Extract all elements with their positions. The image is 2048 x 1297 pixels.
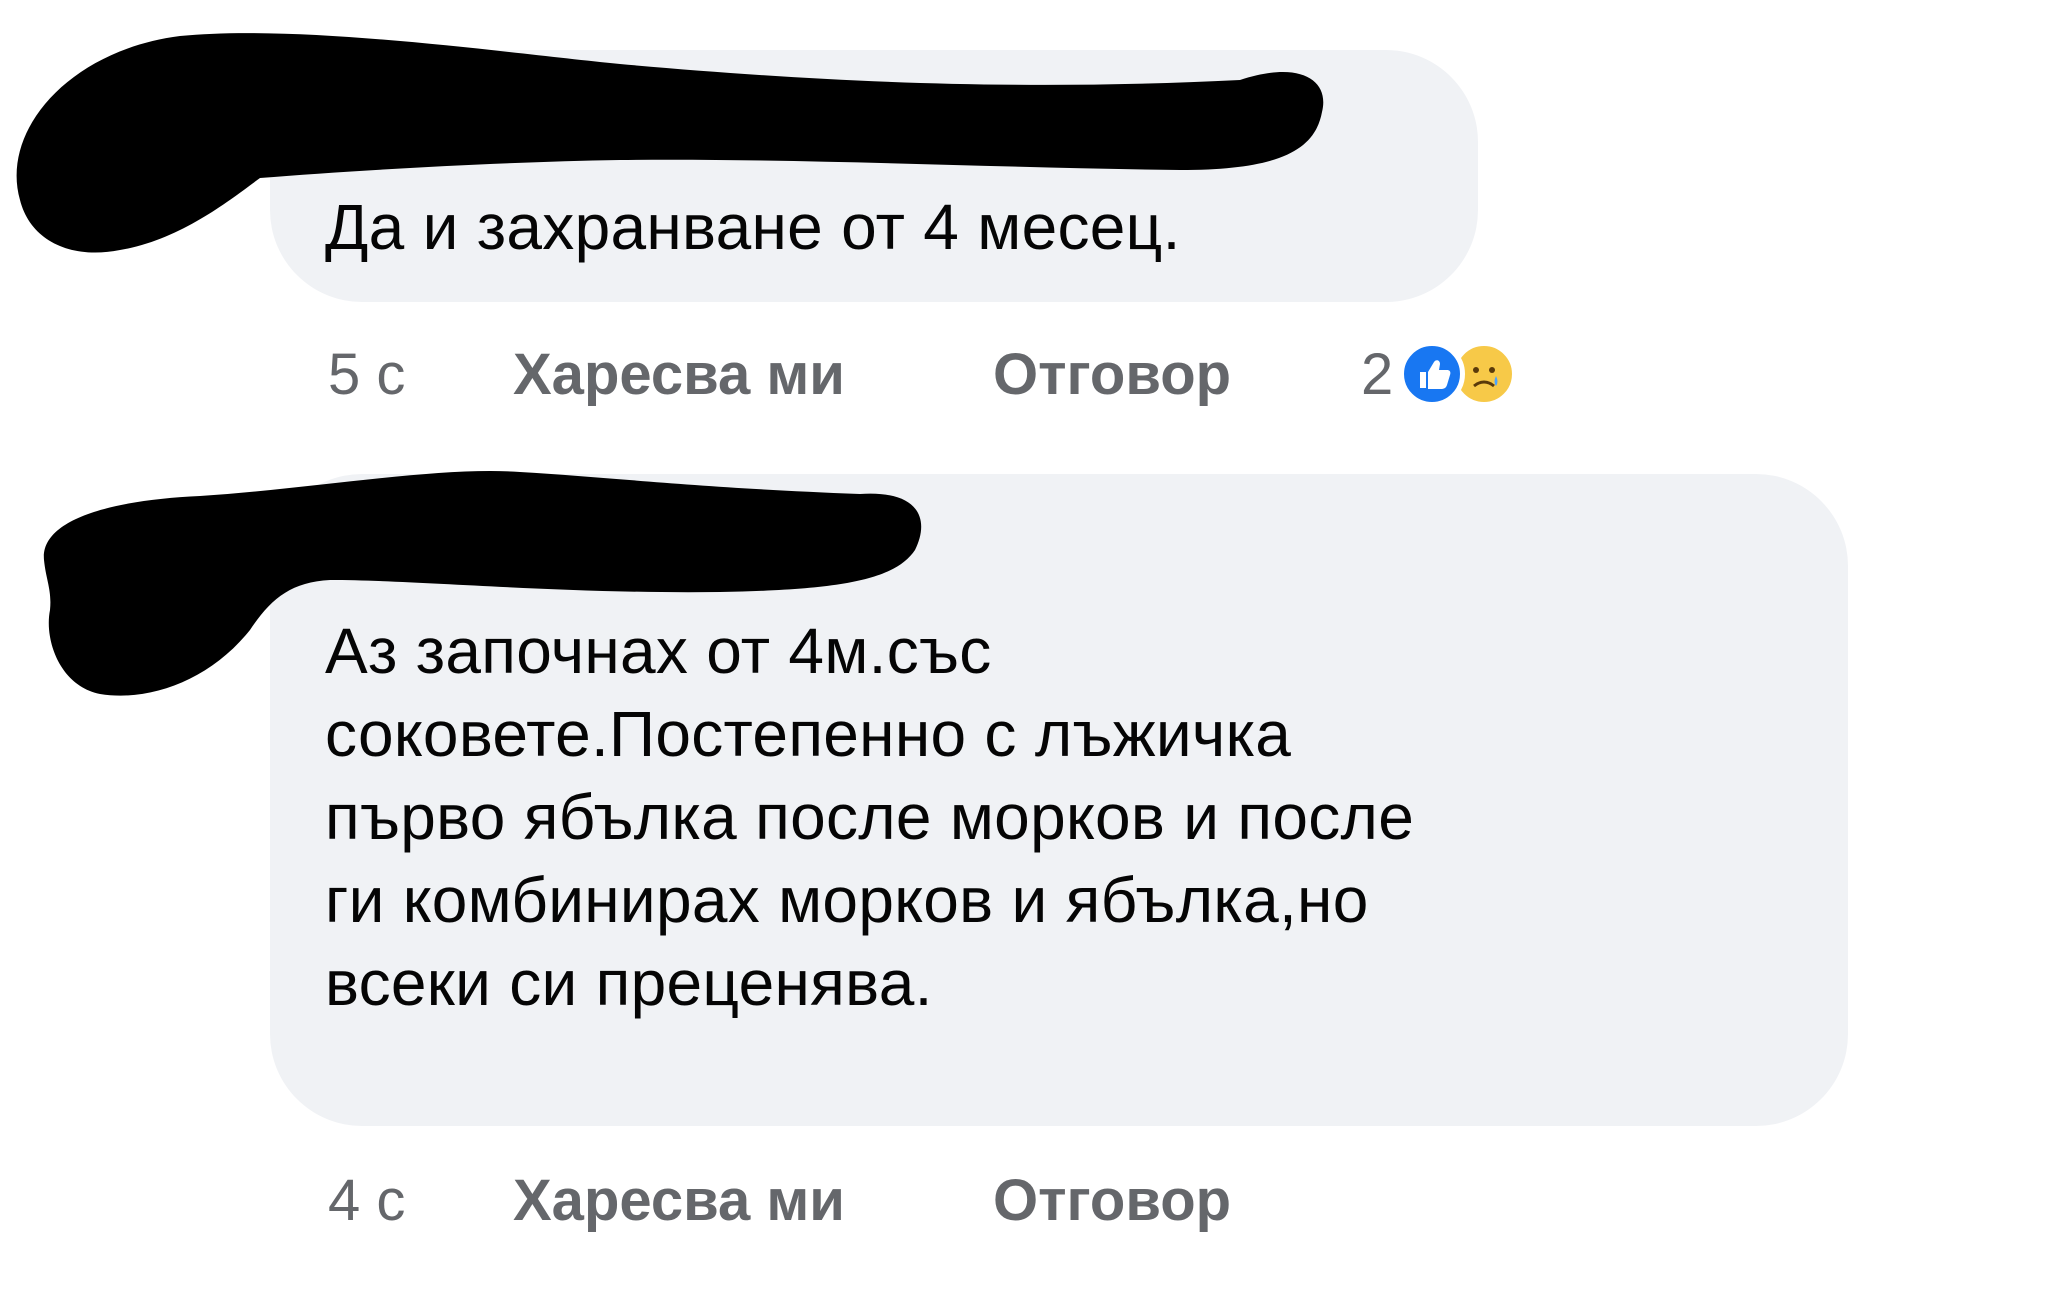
reaction-count: 2 [1361,341,1394,407]
like-button[interactable]: Харесва ми [513,341,845,408]
reply-button[interactable]: Отговор [993,341,1231,408]
reply-button[interactable]: Отговор [993,1167,1231,1234]
like-icon [1399,341,1466,407]
comment-actions: 4 с Харесва ми Отговор [328,1160,1361,1240]
comment-timestamp: 4 с [328,1167,406,1233]
redacted-author [43,470,922,696]
comment-actions: 5 с Харесва ми Отговор 2 [328,334,1518,414]
like-button[interactable]: Харесва ми [513,1167,845,1234]
comment-timestamp: 5 с [328,341,406,407]
redacted-author [16,33,1324,253]
reaction-summary[interactable]: 2 [1361,341,1518,408]
